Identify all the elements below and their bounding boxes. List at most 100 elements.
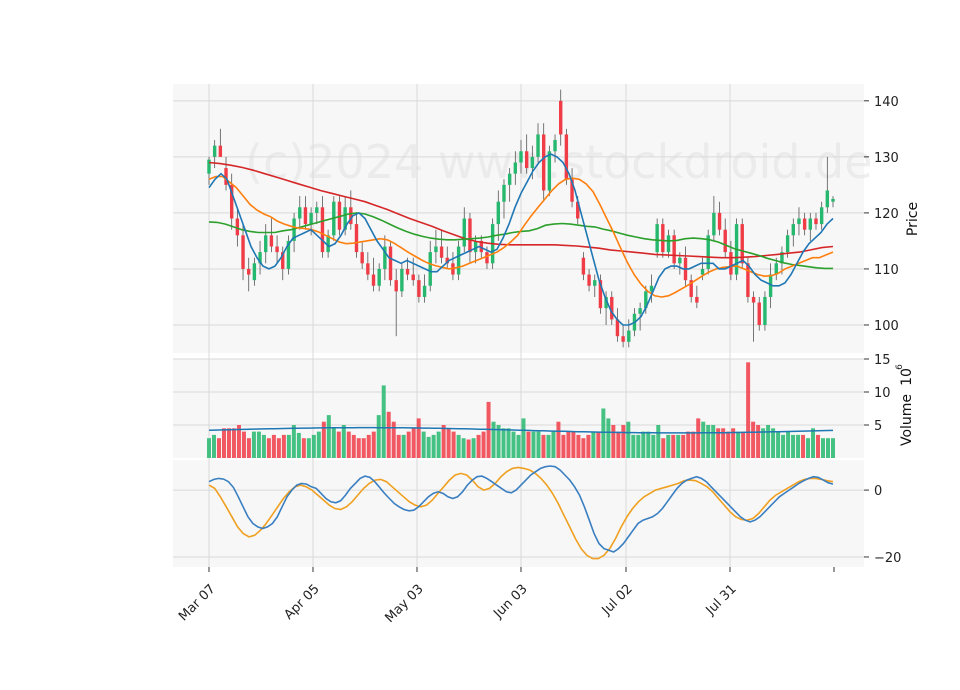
candle-body [831,198,835,202]
volume-bar [611,425,616,458]
volume-bar [536,431,541,458]
volume-bar [831,438,835,458]
volume-bar [526,431,531,458]
candle-body [320,207,325,253]
x-tick-label: Jun 03 [490,582,530,622]
candle-body [672,235,676,264]
candle-body [559,100,563,135]
volume-bar [696,418,701,458]
candle-body [207,159,211,174]
volume-bar [801,434,806,458]
volume-bar [621,425,626,458]
volume-bar [756,425,761,458]
candle-body [700,268,705,275]
watermark: (c)2024 www.stockdroid.de [245,135,873,189]
volume-bar [741,431,746,458]
candle-body [593,280,597,286]
candle [541,123,546,202]
volume-bar [381,385,386,458]
volume-bar [386,411,391,458]
candle-body [241,235,245,269]
volume-bar [736,431,741,458]
candle-body [723,229,727,253]
volume-bar [586,434,591,458]
candle-body [678,257,682,264]
volume-bar [246,438,251,458]
volume-bar [221,428,226,458]
candle-body [717,212,722,230]
stock-chart: (c)2024 www.stockdroid.de Mar 07 Apr 05 Ma… [173,84,921,626]
candle-body [638,308,642,314]
candle-body [269,235,274,247]
candle-body [496,201,501,225]
candle-body [218,145,223,157]
volume-bar [351,434,356,458]
candle-body [405,268,410,275]
x-tick-label: Jul 02 [599,582,636,619]
volume-bar [256,431,261,458]
candle-body [485,252,489,264]
volume-axis-label: Volume [899,394,915,446]
volume-bar [271,434,276,458]
volume-bar [491,421,496,458]
candle-body [513,162,518,174]
volume-bar [636,434,641,458]
volume-bar [791,434,796,458]
volume-bar [546,434,551,458]
volume-bar [771,428,776,458]
volume-bar [641,431,646,458]
candle-body [298,207,302,219]
candle-body [315,207,319,213]
candle [286,235,291,275]
volume-bar [261,434,266,458]
volume-bar [561,434,566,458]
y-tick-label: 15 [874,353,891,368]
candle-body [712,212,716,236]
candle-body [627,330,631,342]
candle-body [621,336,625,342]
candle-body [524,151,529,169]
volume-bar [451,431,456,458]
candle-body [729,252,733,275]
volume-bar [346,431,351,458]
volume-bar [751,421,756,458]
volume-bar [646,431,651,458]
candle-body [541,134,546,191]
panel-background-3 [173,460,864,567]
volume-bar [816,434,821,458]
volume-bar [606,418,611,458]
candle-body [797,218,801,225]
volume-bar [541,434,546,458]
candle-body [303,207,308,225]
volume-bar [436,431,441,458]
y-tick-label: 5 [874,419,882,434]
volume-bar [371,431,376,458]
candle-body [695,296,699,303]
candle-body [661,224,665,253]
volume-bar [711,425,716,458]
candle-body [502,184,506,202]
volume-bar [456,434,461,458]
volume-bar [446,428,451,458]
volume-bar [701,421,706,458]
volume-bar [596,431,601,458]
candle-body [422,285,427,297]
volume-bar [506,428,511,458]
volume-bar [811,428,816,458]
candle-body [462,218,466,247]
candle-body [536,134,540,157]
volume-bar [336,431,341,458]
volume-bar [806,438,811,458]
volume-bar [661,438,666,458]
volume-bar [207,438,211,458]
candle-body [212,145,217,157]
volume-bar [691,431,696,458]
x-tick-label: Jul 31 [703,582,740,619]
candle-body [417,280,421,297]
volume-bar [826,438,831,458]
volume-bar [361,438,366,458]
volume-bar [781,434,786,458]
price-axis-label: Price [905,202,921,236]
volume-bar [626,421,631,458]
candle-body [825,190,830,208]
